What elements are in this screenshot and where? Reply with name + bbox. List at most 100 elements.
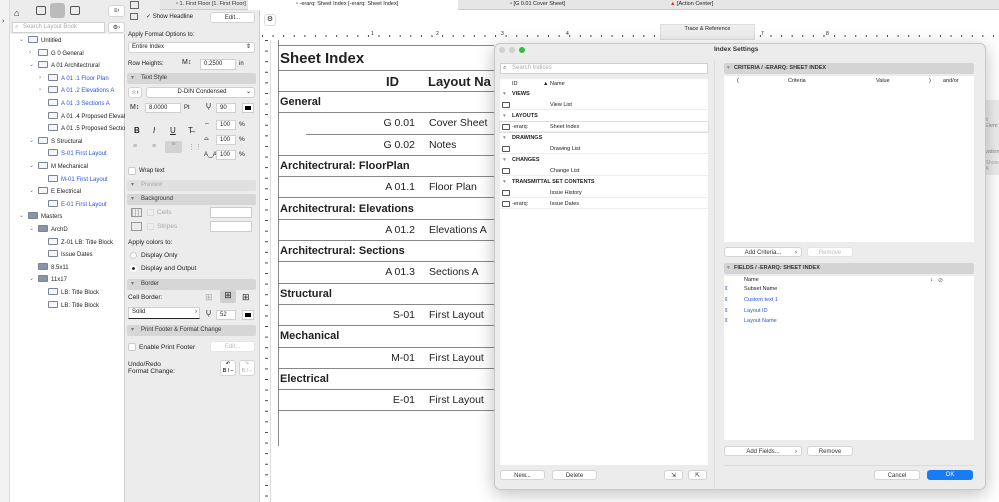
tree-item[interactable]: 8.5x11 xyxy=(38,262,69,273)
chevron-down-icon[interactable]: ⌄ xyxy=(29,275,34,284)
tab-cover-sheet[interactable]: ▫ [G 0.01 Cover Sheet] xyxy=(510,1,565,7)
height-input[interactable]: 100 xyxy=(216,150,236,160)
index-list-item[interactable]: -erarq: Issue Dates xyxy=(500,199,708,209)
tree-item[interactable]: › G 0 General xyxy=(29,48,84,59)
field-row[interactable]: ⇕ Custom text 1 xyxy=(724,295,974,306)
border-outer-icon[interactable]: ⊞ xyxy=(205,292,213,303)
chevron-right-icon[interactable]: › xyxy=(39,86,41,95)
bold-button[interactable]: B xyxy=(134,126,140,135)
stripes-checkbox[interactable] xyxy=(147,223,154,230)
enable-footer-checkbox[interactable] xyxy=(128,343,136,351)
show-headline-checkbox[interactable]: ✓ Show Headline xyxy=(146,13,193,20)
redo-format-button[interactable]: ↷ B / – xyxy=(239,360,255,376)
tree-item[interactable]: ⌄ Untitled xyxy=(19,36,61,46)
text-color-swatch[interactable] xyxy=(242,103,254,113)
apply-to-select[interactable]: Entire Index ⇕ xyxy=(128,42,255,53)
tree-item[interactable]: ⌄ M Mechanical xyxy=(29,162,88,172)
close-button[interactable] xyxy=(499,47,505,53)
row-heights-input[interactable]: 0.2500 xyxy=(200,59,236,70)
index-search-input[interactable]: ⌕ Search Indices xyxy=(500,63,708,74)
chevron-down-icon[interactable]: ⌄ xyxy=(29,162,34,171)
criteria-header[interactable]: ▾ CRITERIA / -ERARQ: SHEET INDEX xyxy=(724,63,974,74)
layout-book-icon[interactable] xyxy=(50,3,65,18)
chevron-down-icon[interactable]: ⌄ xyxy=(19,36,24,45)
tree-item[interactable]: A 01 .4 Proposed Elevations xyxy=(48,111,136,122)
remove-fields-button[interactable]: Remove xyxy=(807,446,853,456)
import-icon[interactable]: ⇲ xyxy=(664,470,683,480)
tree-item[interactable]: ⌄ E Electrical xyxy=(29,187,81,197)
align-left-button[interactable]: ≡ xyxy=(133,143,137,150)
view-map-icon[interactable] xyxy=(36,6,46,15)
italic-button[interactable]: I xyxy=(153,126,155,135)
align-right-button[interactable]: ≡ xyxy=(165,141,182,153)
stripes-color[interactable] xyxy=(210,221,252,232)
chevron-down-icon[interactable]: ⌄ xyxy=(19,212,24,221)
field-row[interactable]: ⇕ Layout ID xyxy=(724,306,974,317)
tree-item[interactable]: M-01 First Layout xyxy=(48,174,108,185)
footer-edit-button[interactable]: Edit... xyxy=(210,341,255,352)
section-views[interactable]: VIEWS xyxy=(500,89,708,99)
section-layouts[interactable]: LAYOUTS xyxy=(500,111,708,121)
tree-item[interactable]: ⌄ S Structural xyxy=(29,136,82,147)
publisher-icon[interactable] xyxy=(70,6,80,15)
tree-item[interactable]: LB: Title Block xyxy=(48,288,99,298)
remove-criteria-button[interactable]: Remove xyxy=(807,247,853,257)
settings-button[interactable]: ⚙› xyxy=(108,22,125,33)
border-section[interactable]: Border xyxy=(127,279,256,290)
fields-name-header[interactable]: Name xyxy=(744,277,759,283)
index-list-item[interactable]: View List xyxy=(500,100,708,110)
ok-button[interactable]: OK xyxy=(927,470,973,480)
zoom-button[interactable] xyxy=(519,47,525,53)
strikethrough-button[interactable]: T̶ xyxy=(188,126,193,135)
tree-item[interactable]: ⌄ 11x17 xyxy=(29,275,67,285)
headline-edit-button[interactable]: Edit... xyxy=(210,12,255,23)
section-transmittal-set-contents[interactable]: TRANSMITTAL SET CONTENTS xyxy=(500,177,708,187)
tree-item[interactable]: A 01 .3 Sections A xyxy=(48,99,110,109)
print-footer-section[interactable]: Print Footer & Format Change xyxy=(127,325,256,336)
col-id-header[interactable]: ID xyxy=(512,81,518,87)
underline-button[interactable]: U xyxy=(170,126,176,135)
section-drawings[interactable]: DRAWINGS xyxy=(500,133,708,143)
tree-item[interactable]: S-01 First Layout xyxy=(48,149,107,159)
align-justify-button[interactable]: ⋮⋮ xyxy=(188,143,202,151)
tree-item[interactable]: LB: Title Block xyxy=(48,300,99,311)
index-list-item[interactable]: Issue History xyxy=(500,188,708,198)
cancel-button[interactable]: Cancel xyxy=(874,470,920,480)
pen-input[interactable]: 90 xyxy=(216,103,236,113)
line-type-select[interactable]: Solid › xyxy=(128,307,200,319)
wrap-text-checkbox[interactable] xyxy=(128,167,136,175)
fields-header[interactable]: ▾ FIELDS / -ERARQ: SHEET INDEX xyxy=(724,263,974,274)
minimize-button[interactable] xyxy=(509,47,515,53)
export-icon[interactable]: ⇱ xyxy=(688,470,707,480)
tree-item[interactable]: ⌄ ArchD xyxy=(29,225,68,235)
tree-item[interactable]: E-01 First Layout xyxy=(48,199,107,210)
tab-floor-plan[interactable]: ▫ 1. First Floor [1. First Floor] xyxy=(176,1,246,7)
cells-checkbox[interactable] xyxy=(147,209,154,216)
border-pen-input[interactable]: 52 xyxy=(216,310,236,320)
drag-handle-icon[interactable]: ⇕ xyxy=(724,316,729,327)
drag-handle-icon[interactable]: ⇕ xyxy=(724,295,729,306)
border-all-icon[interactable]: ⊞ xyxy=(242,292,250,303)
drag-handle-icon[interactable]: ⇕ xyxy=(724,306,729,317)
left-collapse-strip[interactable]: › xyxy=(0,0,10,502)
hidden-eye-icon[interactable]: ⊘ xyxy=(938,277,943,284)
index-list-item[interactable]: Drawing List xyxy=(500,144,708,154)
tab-sheet-index[interactable]: ▫ -erarq: Sheet Index [-erarq: Sheet Ind… xyxy=(248,0,458,10)
chevron-down-icon[interactable]: ⌄ xyxy=(29,187,34,196)
field-row[interactable]: ⇕ Layout Name xyxy=(724,316,974,327)
background-section[interactable]: Background xyxy=(127,194,256,205)
project-map-icon[interactable]: ⌂ xyxy=(14,8,19,18)
add-criteria-button[interactable]: Add Criteria... › xyxy=(724,247,802,257)
chevron-down-icon[interactable]: ⌄ xyxy=(29,137,34,146)
sort-icon[interactable]: ↓ xyxy=(930,277,933,283)
display-only-radio[interactable] xyxy=(130,252,137,259)
canvas-settings-button[interactable]: ⚙ xyxy=(264,14,276,26)
section-changes[interactable]: CHANGES xyxy=(500,155,708,165)
index-list-item[interactable]: Change List xyxy=(500,166,708,176)
tree-item[interactable]: › A 01 .2 Elevations A xyxy=(39,86,114,96)
cells-color[interactable] xyxy=(210,207,252,218)
trace-reference-palette[interactable]: Trace & Reference xyxy=(660,24,755,40)
tab-action-center[interactable]: ▲ [Action Center] xyxy=(670,1,713,7)
tree-item[interactable]: Z-01 LB: Title Block xyxy=(48,237,113,248)
tree-item[interactable]: ⌄ A 01 Architectrural xyxy=(29,61,100,71)
